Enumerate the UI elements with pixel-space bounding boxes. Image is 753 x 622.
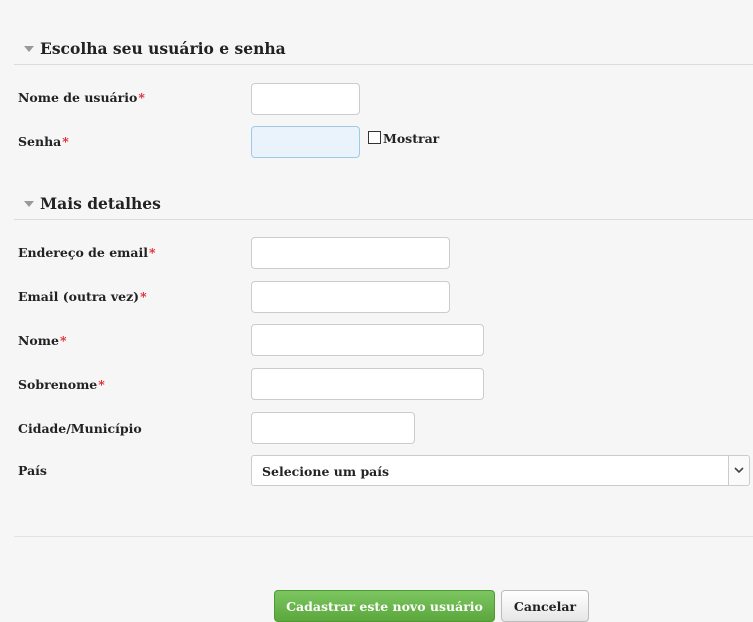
required-marker: *: [59, 333, 67, 348]
email-confirm-label: Email (outra vez)*: [18, 289, 147, 304]
password-input[interactable]: [251, 126, 360, 158]
required-marker: *: [98, 377, 105, 392]
email-confirm-input[interactable]: [251, 281, 450, 313]
required-marker: *: [138, 90, 145, 105]
lastname-input[interactable]: [251, 368, 484, 400]
firstname-label: Nome*: [18, 333, 67, 348]
section-title: Mais detalhes: [40, 194, 161, 213]
email-label: Endereço de email*: [18, 245, 156, 260]
required-marker: *: [62, 134, 69, 149]
submit-button[interactable]: Cadastrar este novo usuário: [274, 590, 495, 622]
section-title: Escolha seu usuário e senha: [40, 39, 286, 58]
city-label: Cidade/Município: [18, 421, 142, 436]
collapse-triangle-icon: [24, 46, 34, 52]
lastname-label: Sobrenome*: [18, 377, 105, 392]
username-input[interactable]: [251, 83, 360, 115]
required-marker: *: [140, 289, 147, 304]
country-label: País: [18, 463, 47, 478]
username-label: Nome de usuário*: [18, 90, 145, 105]
collapse-triangle-icon: [24, 201, 34, 207]
country-select[interactable]: Selecione um país: [251, 455, 750, 486]
firstname-input[interactable]: [251, 324, 484, 356]
city-input[interactable]: [251, 412, 415, 444]
form-divider: [14, 536, 753, 537]
required-marker: *: [148, 245, 156, 260]
chevron-down-icon: [728, 456, 749, 485]
country-select-value: Selecione um país: [262, 464, 390, 479]
show-password-label: Mostrar: [383, 131, 440, 146]
show-password-checkbox[interactable]: [368, 131, 381, 144]
section-header-details[interactable]: Mais detalhes: [14, 192, 753, 220]
password-label: Senha*: [18, 134, 69, 149]
section-header-account[interactable]: Escolha seu usuário e senha: [14, 37, 753, 65]
email-input[interactable]: [251, 237, 450, 269]
cancel-button[interactable]: Cancelar: [501, 590, 589, 622]
